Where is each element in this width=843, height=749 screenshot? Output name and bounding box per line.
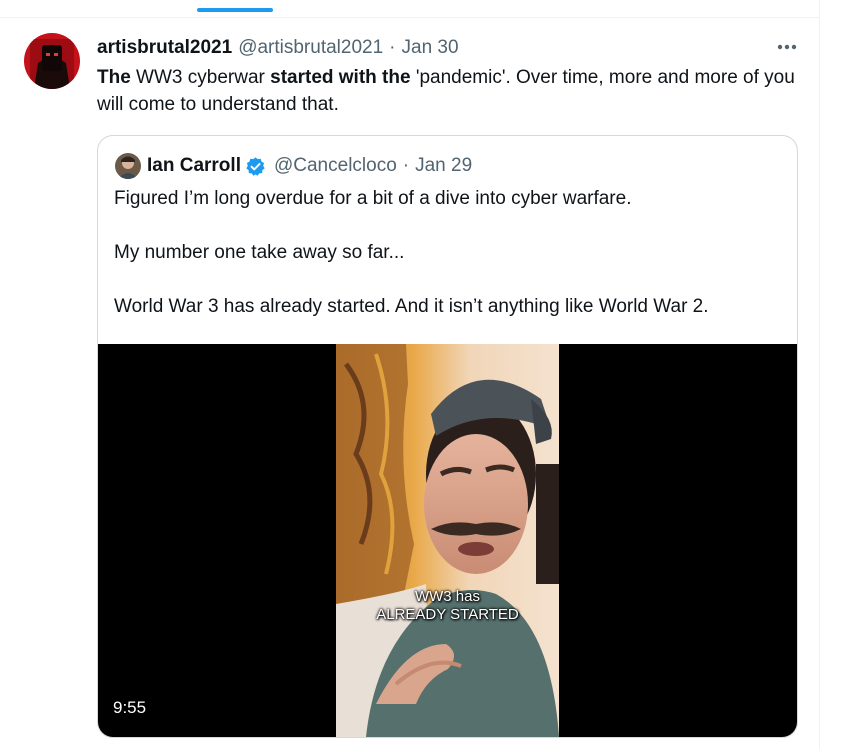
tweet-text-segment: The (97, 67, 131, 88)
quoted-tweet-paragraph: My number one take away so far... (114, 242, 405, 263)
video-caption-line: ALREADY STARTED (376, 606, 519, 623)
tab-divider (0, 17, 820, 18)
author-avatar[interactable] (24, 33, 80, 89)
quoted-author-avatar[interactable] (115, 153, 141, 179)
quoted-tweet-date[interactable]: Jan 29 (415, 155, 472, 177)
quoted-header-separator: · (402, 155, 410, 176)
tweet-text-segment: WW3 cyberwar (130, 67, 271, 88)
quoted-author-handle[interactable]: @Cancelcloco (274, 155, 397, 177)
quoted-author-display-name[interactable]: Ian Carroll (147, 155, 241, 177)
tweet-text-segment: started with the (270, 67, 411, 88)
more-horizontal-icon (777, 44, 797, 50)
timeline-column: artisbrutal2021 @artisbrutal2021 · Jan 3… (0, 0, 820, 749)
tweet-text: The WW3 cyberwar started with the 'pande… (97, 64, 797, 118)
verified-badge-icon (246, 156, 265, 176)
header-separator: · (389, 37, 396, 58)
video-frame: WW3 has ALREADY STARTED (336, 344, 559, 737)
video-thumbnail-image (336, 344, 559, 737)
video-caption: WW3 has ALREADY STARTED (336, 588, 559, 624)
active-tab-indicator (197, 8, 273, 12)
video-player[interactable]: WW3 has ALREADY STARTED 9:55 (98, 344, 797, 737)
tweet-header: artisbrutal2021 @artisbrutal2021 · Jan 3… (97, 36, 459, 60)
video-caption-line: WW3 has (414, 588, 480, 605)
tweet-date[interactable]: Jan 30 (402, 37, 459, 59)
quoted-tweet-paragraph: Figured I’m long overdue for a bit of a … (114, 188, 632, 209)
author-display-name[interactable]: artisbrutal2021 (97, 37, 232, 59)
quoted-tweet-header: Ian Carroll @Cancelcloco · Jan 29 (147, 154, 472, 178)
video-duration: 9:55 (113, 698, 147, 717)
more-options-button[interactable] (773, 36, 801, 58)
quoted-tweet-text: Figured I’m long overdue for a bit of a … (114, 185, 784, 320)
author-avatar-image (24, 33, 80, 89)
quoted-tweet-card[interactable]: Ian Carroll @Cancelcloco · Jan 29 Figure… (97, 135, 798, 738)
author-handle[interactable]: @artisbrutal2021 (238, 37, 383, 59)
quoted-author-avatar-image (115, 153, 141, 179)
quoted-tweet-paragraph: World War 3 has already started. And it … (114, 296, 709, 317)
